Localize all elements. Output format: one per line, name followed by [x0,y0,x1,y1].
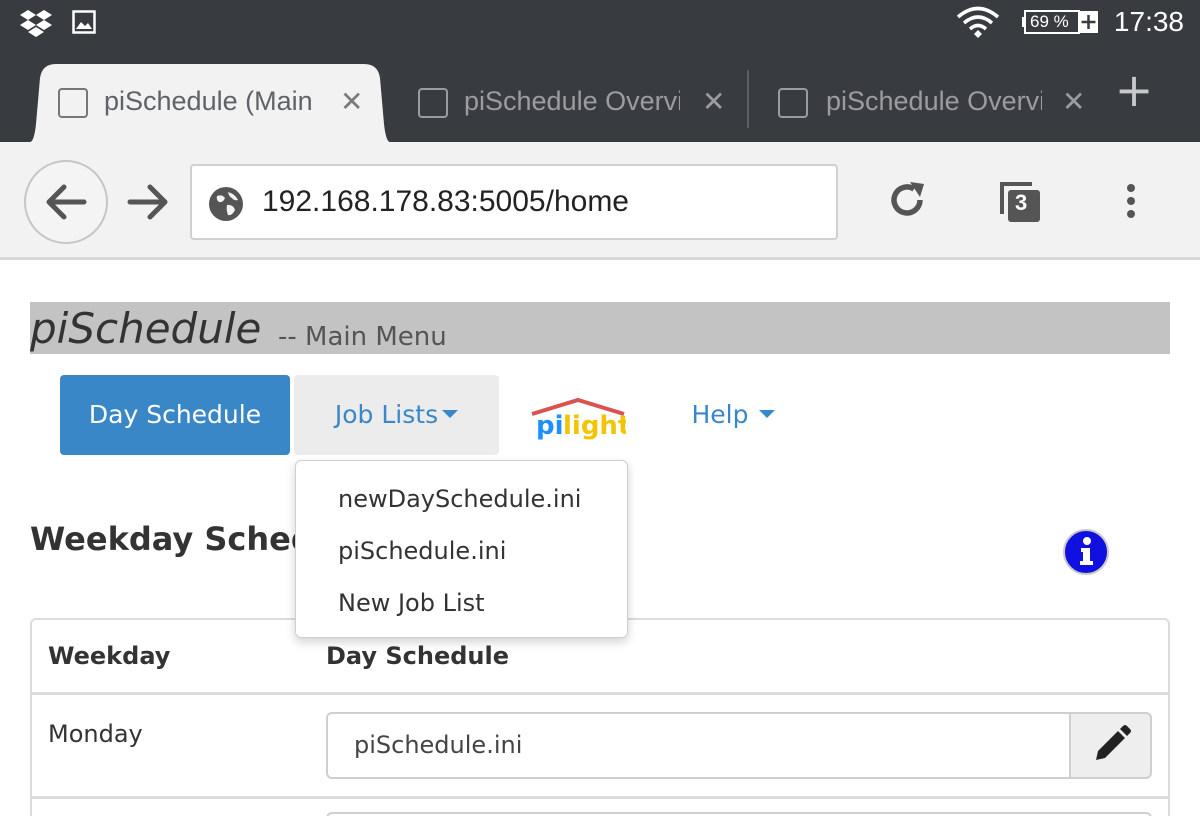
job-lists-dropdown-button[interactable]: Job Lists [294,375,499,455]
browser-toolbar: 192.168.178.83:5005/home 3 [0,142,1200,260]
svg-text:light: light [563,411,626,440]
more-vert-icon [1127,184,1135,218]
day-schedule-label: Day Schedule [88,400,262,429]
day-schedule-input[interactable]: piSchedule.ini [326,712,1071,779]
job-lists-menu: newDaySchedule.ini piSchedule.ini New Jo… [295,460,628,638]
table-header-day-schedule: Day Schedule [326,642,510,670]
pilight-logo-image: pi light [531,397,630,441]
day-schedule-input[interactable] [326,812,1152,816]
menu-button[interactable] [1116,184,1146,224]
tab-switcher-button[interactable]: 3 [998,180,1044,230]
page-header: piSchedule -- Main Menu [30,302,1170,354]
menu-item-new-job-list[interactable]: New Job List [338,589,485,617]
tab-active[interactable]: piSchedule (Main Menu) ✕ [30,64,390,142]
tab-separator [747,70,749,128]
menu-item-job-list[interactable]: piSchedule.ini [338,537,506,565]
app-title: piSchedule [30,304,262,353]
battery-percent: 69 % [1030,12,1069,31]
tab-close-icon[interactable]: ✕ [1062,85,1085,118]
tab-count: 3 [1015,190,1028,215]
caret-down-icon [442,410,459,418]
tab-close-icon[interactable]: ✕ [702,85,725,118]
tab-inactive[interactable]: piSchedule Overview ✕ [760,64,1090,142]
table-header-divider [31,692,1169,695]
table-row-divider [31,796,1169,799]
forward-button[interactable] [114,160,192,244]
tab-strip: piSchedule (Main Menu) ✕ piSchedule Over… [0,46,1200,142]
page-favicon-icon [58,88,88,118]
wifi-icon [956,6,1000,44]
dropbox-icon [20,8,52,42]
tab-close-icon[interactable]: ✕ [340,85,363,118]
table-cell-weekday: Monday [48,720,143,748]
page-subtitle: -- Main Menu [278,322,447,352]
url-text[interactable]: 192.168.178.83:5005/home [262,185,629,219]
table-header-weekday: Weekday [48,642,171,670]
svg-text:pi: pi [536,411,564,440]
new-tab-button[interactable]: + [1110,67,1158,118]
help-label: Help [691,400,749,429]
menu-item-job-list[interactable]: newDaySchedule.ini [338,485,581,513]
page-favicon-icon [778,88,808,118]
address-bar[interactable]: 192.168.178.83:5005/home [190,164,838,240]
edit-schedule-button[interactable] [1069,712,1152,779]
arrow-left-icon [46,184,87,220]
day-schedule-button[interactable]: Day Schedule [60,375,290,455]
tab-title: piSchedule (Main Menu) [104,86,318,116]
pilight-logo[interactable]: pi light [530,396,630,441]
battery-indicator: 69 % [1022,9,1098,35]
reload-button[interactable] [886,178,930,226]
info-icon[interactable] [1062,528,1110,576]
status-bar: 69 % 17:38 [0,0,1200,46]
tab-title: piSchedule Overview [826,86,1042,116]
tab-title: piSchedule Overview [464,86,680,116]
globe-icon [209,187,243,221]
navigation-buttons [24,160,192,244]
arrow-right-icon [127,184,168,220]
tab-inactive[interactable]: piSchedule Overview ✕ [400,64,740,142]
reload-icon [891,182,924,216]
caret-down-icon [758,410,775,418]
pencil-icon [1096,725,1131,760]
job-lists-label: Job Lists [334,400,439,429]
page-favicon-icon [418,88,448,118]
help-dropdown-button[interactable]: Help [678,375,788,455]
image-icon [72,10,96,38]
clock: 17:38 [1113,6,1184,37]
back-button[interactable] [24,160,108,244]
